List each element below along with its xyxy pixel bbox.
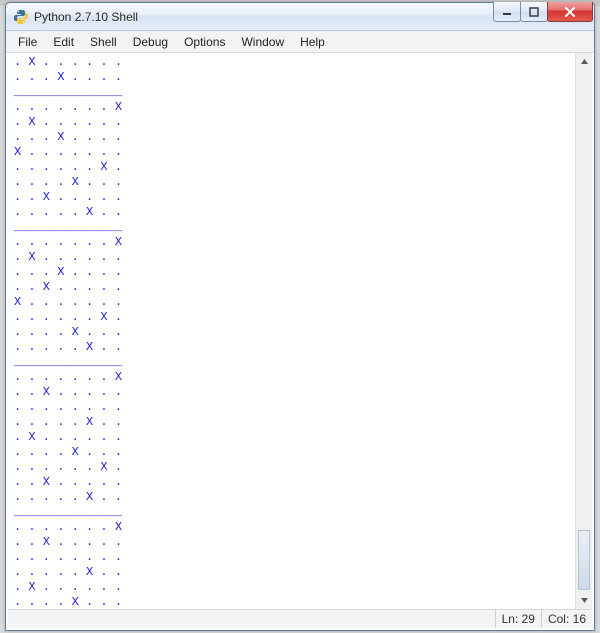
app-window: Python 2.7.10 Shell File Edit Shell Debu… — [5, 2, 595, 631]
shell-text-area[interactable]: . X . . . . . . . . . X . . . . ________… — [8, 53, 575, 609]
scroll-track[interactable] — [576, 70, 592, 592]
status-line-label: Ln: — [502, 612, 519, 626]
title-bar[interactable]: Python 2.7.10 Shell — [6, 3, 594, 31]
menu-window[interactable]: Window — [233, 33, 292, 51]
status-line-value: 29 — [522, 612, 535, 626]
window-title: Python 2.7.10 Shell — [34, 10, 138, 24]
menu-help[interactable]: Help — [292, 33, 333, 51]
menu-shell[interactable]: Shell — [82, 33, 125, 51]
vertical-scrollbar[interactable] — [575, 53, 592, 609]
window-buttons — [494, 3, 594, 30]
minimize-button[interactable] — [493, 2, 521, 22]
scroll-down-button[interactable] — [576, 592, 592, 609]
menu-file[interactable]: File — [10, 33, 45, 51]
menu-bar: File Edit Shell Debug Options Window Hel… — [6, 31, 594, 53]
menu-edit[interactable]: Edit — [45, 33, 82, 51]
status-col: Col: 16 — [541, 610, 592, 628]
status-col-label: Col: — [548, 612, 569, 626]
close-button[interactable] — [547, 2, 593, 22]
python-icon — [13, 9, 29, 25]
menu-options[interactable]: Options — [176, 33, 233, 51]
menu-debug[interactable]: Debug — [125, 33, 176, 51]
scroll-up-button[interactable] — [576, 53, 592, 70]
maximize-button[interactable] — [520, 2, 548, 22]
shell-output: . X . . . . . . . . . X . . . . ________… — [14, 55, 571, 609]
client-area: . X . . . . . . . . . X . . . . ________… — [6, 53, 594, 630]
status-bar: Ln: 29 Col: 16 — [8, 609, 592, 628]
status-line: Ln: 29 — [495, 610, 541, 628]
scroll-thumb[interactable] — [578, 530, 590, 590]
status-col-value: 16 — [573, 612, 586, 626]
